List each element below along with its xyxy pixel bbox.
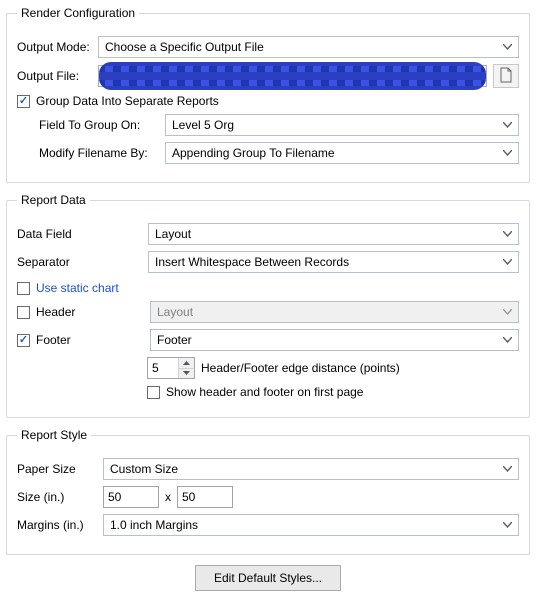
footer-label: Footer [36, 333, 104, 347]
data-field-value: Layout [155, 227, 191, 241]
separator-value: Insert Whitespace Between Records [155, 255, 349, 269]
width-value: 50 [108, 490, 121, 504]
paper-size-value: Custom Size [110, 462, 178, 476]
report-style-legend: Report Style [17, 428, 91, 442]
header-checkbox[interactable] [17, 306, 30, 319]
show-first-page-checkbox[interactable] [147, 386, 160, 399]
height-value: 50 [182, 490, 195, 504]
separator-label: Separator [17, 255, 102, 269]
field-to-group-value: Level 5 Org [172, 118, 234, 132]
footer-checkbox[interactable] [17, 334, 30, 347]
chevron-down-icon [503, 522, 512, 528]
edge-distance-value: 5 [148, 358, 178, 378]
output-mode-value: Choose a Specific Output File [105, 40, 264, 54]
modify-filename-value: Appending Group To Filename [172, 146, 335, 160]
browse-file-button[interactable] [493, 64, 519, 88]
report-style-group: Report Style Paper Size Custom Size Size… [6, 428, 530, 555]
render-configuration-group: Render Configuration Output Mode: Choose… [6, 6, 530, 183]
group-data-checkbox[interactable] [17, 95, 30, 108]
file-icon [499, 67, 513, 86]
paper-size-label: Paper Size [17, 462, 97, 476]
header-label: Header [36, 305, 104, 319]
spinner-down-button[interactable] [179, 369, 194, 379]
chevron-down-icon [503, 259, 512, 265]
redacted-region [99, 62, 486, 90]
modify-filename-select[interactable]: Appending Group To Filename [165, 142, 519, 164]
chevron-down-icon [503, 337, 512, 343]
show-first-page-label: Show header and footer on first page [166, 385, 363, 399]
footer-value: Footer [157, 333, 192, 347]
use-static-chart-label: Use static chart [36, 281, 119, 295]
chevron-down-icon [503, 150, 512, 156]
report-data-group: Report Data Data Field Layout Separator … [6, 193, 530, 418]
report-data-legend: Report Data [17, 193, 90, 207]
margins-label: Margins (in.) [17, 518, 97, 532]
output-file-label: Output File: [17, 69, 92, 83]
header-select: Layout [150, 301, 519, 323]
size-by-label: x [165, 490, 171, 504]
separator-select[interactable]: Insert Whitespace Between Records [148, 251, 519, 273]
use-static-chart-checkbox[interactable] [17, 282, 30, 295]
field-to-group-select[interactable]: Level 5 Org [165, 114, 519, 136]
chevron-down-icon [503, 44, 512, 50]
chevron-down-icon [503, 309, 512, 315]
margins-value: 1.0 inch Margins [110, 518, 198, 532]
data-field-label: Data Field [17, 227, 102, 241]
modify-filename-label: Modify Filename By: [39, 146, 159, 160]
output-mode-label: Output Mode: [17, 40, 92, 54]
width-input[interactable]: 50 [103, 486, 159, 508]
field-to-group-label: Field To Group On: [39, 118, 159, 132]
output-file-field[interactable] [98, 65, 487, 87]
edge-distance-label: Header/Footer edge distance (points) [201, 361, 400, 375]
render-configuration-legend: Render Configuration [17, 6, 139, 20]
chevron-down-icon [503, 466, 512, 472]
edge-distance-spinner[interactable]: 5 [147, 357, 195, 379]
chevron-down-icon [503, 122, 512, 128]
group-data-label: Group Data Into Separate Reports [36, 94, 219, 108]
footer-select[interactable]: Footer [150, 329, 519, 351]
height-input[interactable]: 50 [177, 486, 233, 508]
size-label: Size (in.) [17, 490, 97, 504]
data-field-select[interactable]: Layout [148, 223, 519, 245]
spinner-up-button[interactable] [179, 358, 194, 369]
margins-select[interactable]: 1.0 inch Margins [103, 514, 519, 536]
chevron-down-icon [503, 231, 512, 237]
output-mode-select[interactable]: Choose a Specific Output File [98, 36, 519, 58]
header-value: Layout [157, 305, 193, 319]
paper-size-select[interactable]: Custom Size [103, 458, 519, 480]
edit-default-styles-button[interactable]: Edit Default Styles... [195, 565, 341, 591]
